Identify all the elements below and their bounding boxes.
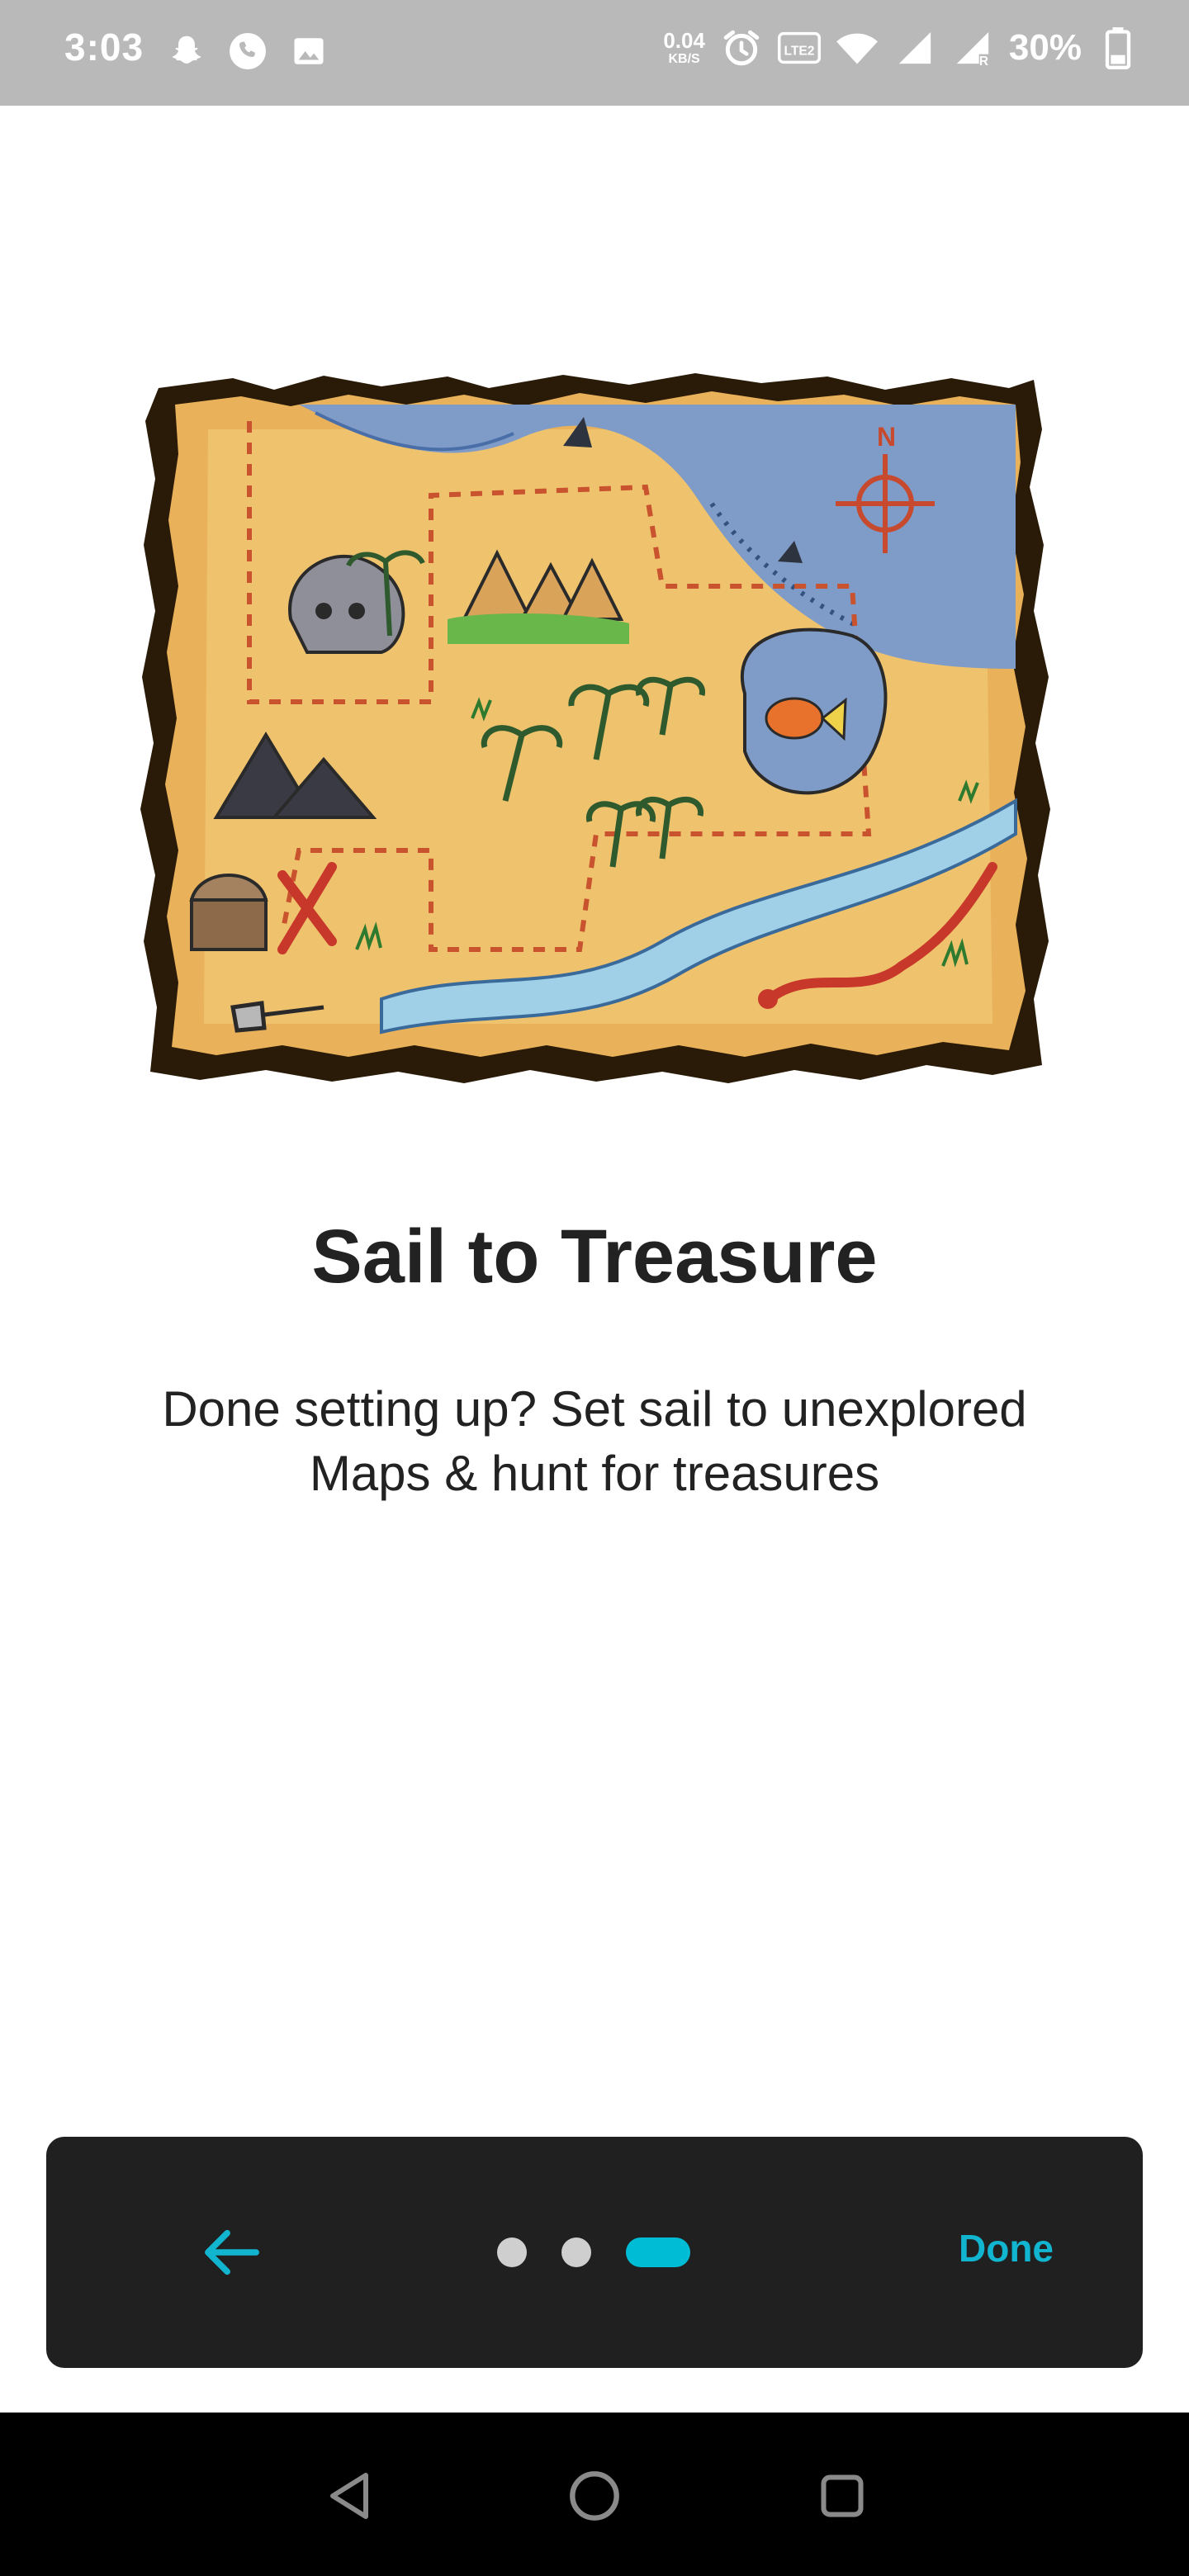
wifi-icon [836, 26, 879, 69]
system-recents-button[interactable] [805, 2459, 879, 2533]
network-speed: 0.04 KB/S [663, 30, 705, 66]
system-home-button[interactable] [557, 2459, 632, 2533]
page-dot-1[interactable] [497, 2237, 527, 2267]
signal-icon [893, 26, 936, 69]
network-speed-unit: KB/S [668, 52, 700, 66]
treasure-map-illustration: N [134, 372, 1059, 1090]
network-speed-value: 0.04 [663, 28, 705, 53]
page-indicator [497, 2237, 690, 2267]
status-bar: 3:03 0.04 KB/S LTE2 R 30% [0, 0, 1189, 106]
page-dot-3-active[interactable] [626, 2237, 690, 2267]
svg-text:N: N [877, 422, 896, 452]
volte-icon: LTE2 [777, 26, 821, 69]
onboarding-description: Done setting up? Set sail to unexplored … [162, 1381, 1027, 1501]
image-icon [287, 30, 330, 73]
onboarding-nav-card: Done [46, 2137, 1143, 2368]
back-triangle-icon [330, 2473, 368, 2519]
page-dot-2[interactable] [561, 2237, 591, 2267]
recents-square-icon [821, 2474, 864, 2517]
phone-call-icon [226, 30, 269, 73]
system-back-button[interactable] [312, 2459, 386, 2533]
alarm-icon [720, 26, 763, 69]
notification-icons [165, 30, 330, 73]
arrow-left-icon [205, 2229, 259, 2275]
system-navigation-bar [0, 2413, 1189, 2576]
signal-roaming-icon: R [951, 26, 994, 69]
home-circle-icon [570, 2471, 619, 2521]
system-status-icons: 0.04 KB/S LTE2 R 30% [663, 26, 1139, 69]
battery-percent: 30% [1008, 27, 1082, 68]
snapchat-icon [165, 30, 208, 73]
status-time: 3:03 [64, 26, 144, 69]
back-button[interactable] [187, 2219, 277, 2285]
onboarding-title: Sail to Treasure [311, 1215, 878, 1299]
volte-label: LTE2 [784, 45, 814, 59]
battery-icon [1097, 26, 1139, 69]
done-button[interactable]: Done [959, 2226, 1054, 2271]
svg-text:R: R [979, 54, 988, 67]
